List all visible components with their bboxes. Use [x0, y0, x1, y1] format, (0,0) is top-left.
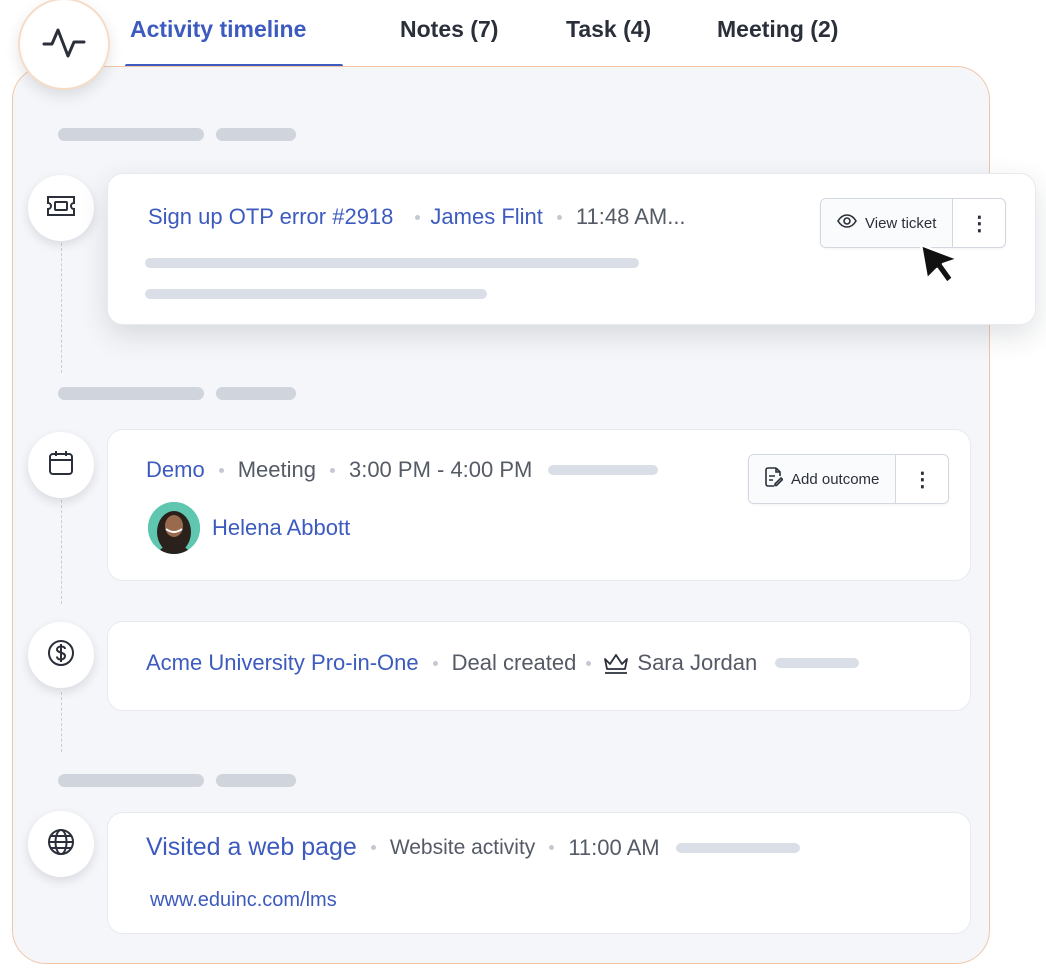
web-header: Visited a web page Website activity 11:0…: [146, 833, 800, 862]
meeting-header: Demo Meeting 3:00 PM - 4:00 PM: [146, 457, 659, 483]
crown-icon: [603, 651, 629, 675]
meeting-node: [28, 432, 94, 498]
view-ticket-button[interactable]: View ticket: [821, 199, 953, 247]
deal-node: [28, 622, 94, 688]
add-outcome-label: Add outcome: [791, 470, 880, 488]
ticket-header: Sign up OTP error #2918 James Flint 11:4…: [148, 204, 686, 230]
attendee-name[interactable]: Helena Abbott: [212, 515, 350, 541]
activity-logo: [18, 0, 110, 90]
add-outcome-button[interactable]: Add outcome: [749, 455, 896, 503]
separator-dot: [329, 467, 335, 473]
separator-dot: [370, 845, 376, 850]
separator-dot: [432, 660, 438, 666]
deal-card[interactable]: Acme University Pro-in-One Deal created …: [107, 621, 971, 711]
ticket-time: 11:48 AM...: [575, 204, 686, 229]
tab-activity-timeline[interactable]: Activity timeline: [130, 16, 306, 43]
skeleton-line: [145, 289, 487, 299]
skeleton-bar: [58, 774, 204, 787]
deal-header: Acme University Pro-in-One Deal created …: [146, 650, 860, 676]
separator-dot: [586, 660, 592, 666]
eye-icon: [837, 214, 865, 232]
timeline-connector: [61, 500, 62, 604]
avatar: [148, 502, 200, 554]
skeleton-bar: [58, 387, 204, 400]
separator-dot: [556, 214, 562, 220]
web-node: [28, 811, 94, 877]
ticket-more-button[interactable]: ⋮: [952, 199, 1005, 247]
deal-status: Deal created: [451, 650, 577, 675]
web-time: 11:00 AM: [568, 834, 660, 860]
timeline-connector: [61, 243, 62, 373]
globe-icon: [47, 828, 75, 861]
calendar-icon: [48, 450, 74, 481]
mouse-cursor-icon: [918, 242, 962, 293]
web-url-link[interactable]: www.eduinc.com/lms: [150, 889, 337, 912]
meeting-attendee: Helena Abbott: [148, 502, 350, 554]
separator-dot: [218, 467, 224, 473]
ticket-actions: View ticket ⋮: [820, 198, 1007, 248]
tab-notes[interactable]: Notes (7): [400, 16, 498, 43]
ticket-title[interactable]: Sign up OTP error #2918: [148, 204, 393, 230]
dollar-icon: [47, 639, 75, 672]
web-type: Website activity: [389, 835, 536, 859]
ticket-person[interactable]: James Flint: [430, 204, 542, 230]
web-title[interactable]: Visited a web page: [146, 833, 357, 862]
tab-task[interactable]: Task (4): [566, 16, 651, 43]
view-ticket-label: View ticket: [865, 214, 937, 232]
note-edit-icon: [765, 467, 791, 491]
deal-owner: Sara Jordan: [637, 650, 758, 675]
separator-dot: [415, 214, 421, 220]
meeting-title[interactable]: Demo: [146, 457, 205, 483]
skeleton-bar: [216, 387, 296, 400]
skeleton-bar: [58, 128, 204, 141]
web-card[interactable]: Visited a web page Website activity 11:0…: [107, 812, 971, 934]
skeleton-line: [675, 842, 800, 853]
timeline-connector: [61, 692, 62, 752]
ticket-icon: [46, 195, 76, 222]
ticket-node: [28, 175, 94, 241]
meeting-actions: Add outcome ⋮: [748, 454, 950, 504]
skeleton-line: [548, 465, 659, 475]
web-url-row: www.eduinc.com/lms: [150, 889, 337, 912]
skeleton-line: [145, 258, 639, 268]
tab-meeting[interactable]: Meeting (2): [717, 16, 838, 43]
meeting-type: Meeting: [237, 457, 316, 482]
skeleton-bar: [216, 774, 296, 787]
tab-bar: Activity timeline Notes (7) Task (4) Mee…: [0, 0, 1046, 70]
deal-title[interactable]: Acme University Pro-in-One: [146, 650, 419, 676]
meeting-card[interactable]: Demo Meeting 3:00 PM - 4:00 PM Helena Ab…: [107, 429, 971, 581]
ticket-card[interactable]: Sign up OTP error #2918 James Flint 11:4…: [107, 173, 1036, 325]
activity-pulse-icon: [42, 22, 86, 67]
meeting-more-button[interactable]: ⋮: [895, 455, 948, 503]
separator-dot: [549, 845, 555, 850]
meeting-time: 3:00 PM - 4:00 PM: [348, 457, 533, 482]
skeleton-bar: [216, 128, 296, 141]
skeleton-line: [775, 658, 860, 668]
